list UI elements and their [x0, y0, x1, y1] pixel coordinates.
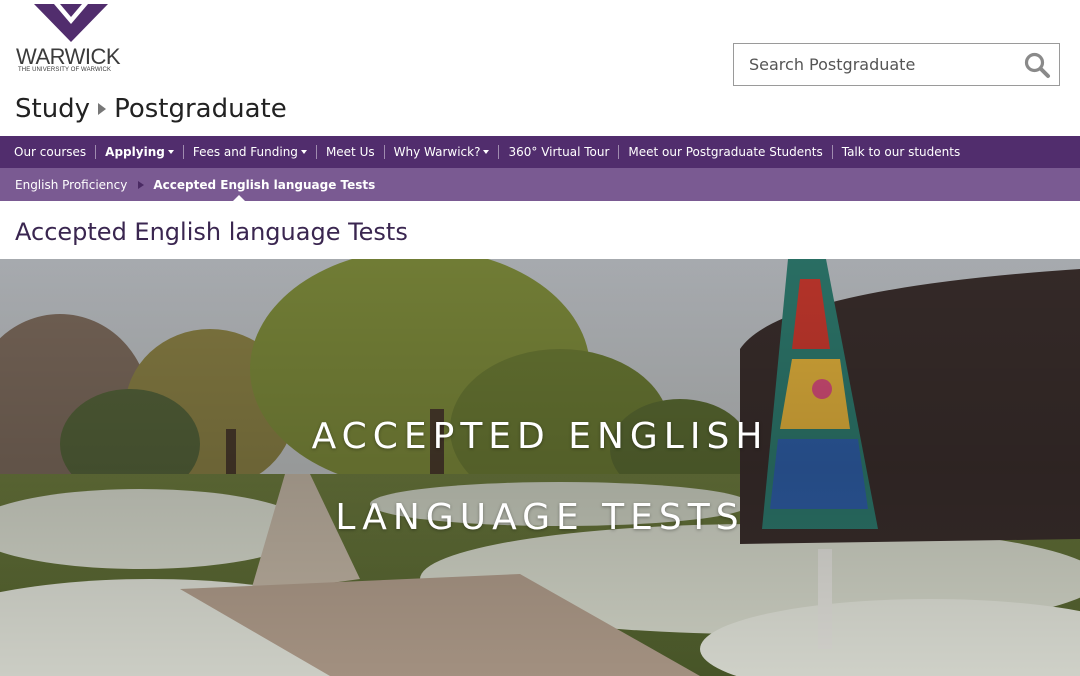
- nav-divider: [182, 145, 184, 159]
- current-page-pointer: [233, 195, 245, 201]
- warwick-logo[interactable]: WARWICK THE UNIVERSITY OF WARWICK: [16, 4, 128, 76]
- search-input[interactable]: [734, 44, 1015, 85]
- nav-fees-and-funding[interactable]: Fees and Funding: [193, 145, 307, 159]
- nav-meet-students[interactable]: Meet our Postgraduate Students: [628, 145, 822, 159]
- nav-our-courses[interactable]: Our courses: [14, 145, 86, 159]
- chevron-down-icon: [167, 150, 174, 154]
- nav-divider: [315, 145, 317, 159]
- hero-banner: ACCEPTED ENGLISH LANGUAGE TESTS: [0, 259, 1080, 676]
- hero-campus-image: [0, 259, 1080, 676]
- nav-divider: [383, 145, 385, 159]
- nav-divider: [831, 145, 833, 159]
- breadcrumb-arrow-icon: [98, 103, 107, 115]
- nav-virtual-tour[interactable]: 360° Virtual Tour: [508, 145, 609, 159]
- nav-applying[interactable]: Applying: [105, 145, 174, 159]
- subnav-english-proficiency[interactable]: English Proficiency: [15, 178, 127, 192]
- search-button[interactable]: [1015, 44, 1059, 85]
- page-title: Accepted English language Tests: [15, 218, 408, 246]
- search-box: [733, 43, 1060, 86]
- nav-divider: [498, 145, 500, 159]
- breadcrumb-postgraduate[interactable]: Postgraduate: [114, 94, 287, 124]
- secondary-nav: English Proficiency Accepted English lan…: [0, 168, 1080, 201]
- chevron-down-icon: [300, 150, 307, 154]
- subnav-current-page[interactable]: Accepted English language Tests: [153, 178, 375, 192]
- nav-talk-to-students[interactable]: Talk to our students: [842, 145, 960, 159]
- primary-nav: Our courses Applying Fees and Funding Me…: [0, 136, 1080, 168]
- nav-divider: [95, 145, 97, 159]
- breadcrumb-study[interactable]: Study: [15, 94, 90, 124]
- site-header: WARWICK THE UNIVERSITY OF WARWICK Study …: [0, 0, 1080, 136]
- nav-divider: [618, 145, 620, 159]
- nav-meet-us[interactable]: Meet Us: [326, 145, 375, 159]
- hero-heading-line-1: ACCEPTED ENGLISH: [311, 416, 769, 457]
- search-icon: [1024, 52, 1050, 78]
- breadcrumb: Study Postgraduate: [15, 94, 287, 124]
- hero-heading-line-2: LANGUAGE TESTS: [335, 497, 745, 538]
- chevron-down-icon: [483, 150, 490, 154]
- warwick-logo-mark-icon: [34, 4, 108, 42]
- subnav-arrow-icon: [138, 180, 145, 189]
- nav-why-warwick[interactable]: Why Warwick?: [394, 145, 490, 159]
- logo-subtitle: THE UNIVERSITY OF WARWICK: [18, 67, 112, 73]
